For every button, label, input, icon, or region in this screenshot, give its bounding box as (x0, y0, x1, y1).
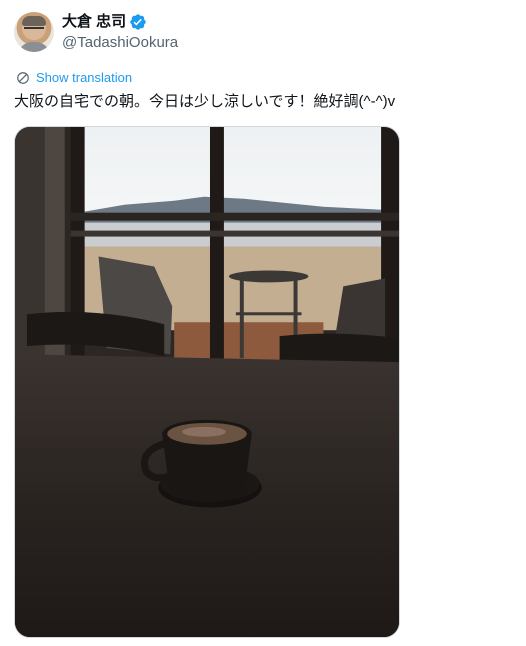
author-names: 大倉 忠司 @TadashiOokura (62, 12, 178, 52)
show-translation-label: Show translation (36, 70, 133, 85)
name-row: 大倉 忠司 (62, 12, 178, 31)
tweet-photo[interactable] (14, 126, 400, 638)
avatar[interactable] (14, 12, 54, 52)
verified-badge-icon (130, 13, 146, 30)
tweet-header: 大倉 忠司 @TadashiOokura (14, 12, 178, 52)
show-translation-link[interactable]: Show translation (16, 70, 132, 85)
photo-image (15, 127, 399, 637)
tweet-text: 大阪の自宅での朝。今日は少し涼しいです！絶好調(^-^)v (14, 93, 396, 110)
globe-translate-icon (17, 71, 29, 84)
author-display-name[interactable]: 大倉 忠司 (62, 12, 126, 31)
author-handle[interactable]: @TadashiOokura (62, 33, 178, 52)
